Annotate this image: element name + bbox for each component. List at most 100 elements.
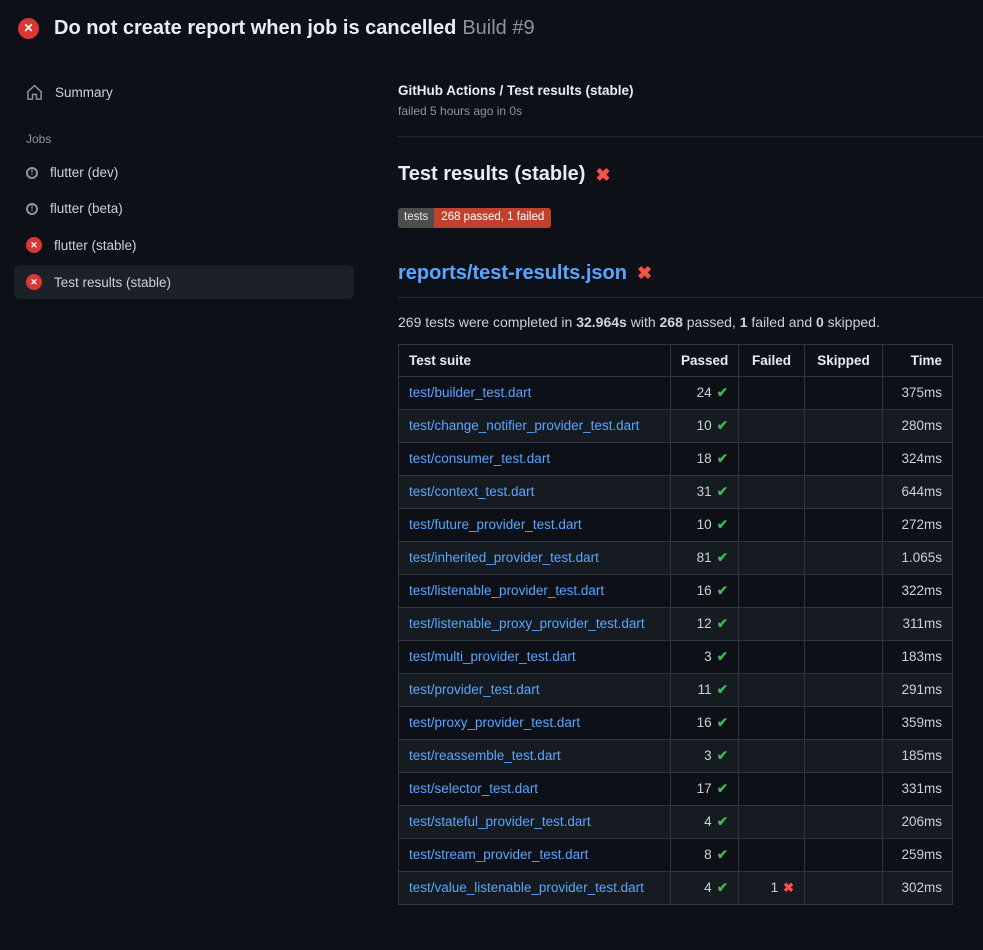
report-link[interactable]: reports/test-results.json bbox=[398, 262, 627, 285]
suite-link[interactable]: test/consumer_test.dart bbox=[409, 451, 550, 466]
check-icon: ✔ bbox=[717, 484, 728, 499]
check-icon: ✔ bbox=[717, 550, 728, 565]
suite-link[interactable]: test/multi_provider_test.dart bbox=[409, 649, 576, 664]
check-icon: ✔ bbox=[717, 616, 728, 631]
passed-count: 16 bbox=[697, 583, 712, 598]
page-layout: Summary Jobs !flutter (dev)!flutter (bet… bbox=[0, 53, 983, 905]
suite-link[interactable]: test/future_provider_test.dart bbox=[409, 517, 582, 532]
passed-cell: 11✔ bbox=[671, 673, 739, 706]
table-row: test/builder_test.dart24✔375ms bbox=[399, 376, 953, 409]
suite-link[interactable]: test/reassemble_test.dart bbox=[409, 748, 561, 763]
sidebar-job-flutter-dev[interactable]: !flutter (dev) bbox=[14, 156, 354, 189]
sidebar-item-summary[interactable]: Summary bbox=[14, 75, 354, 110]
time-cell: 206ms bbox=[883, 805, 953, 838]
summary-skipped-count: 0 bbox=[816, 314, 824, 330]
sidebar-job-test-results-stable[interactable]: ✕ Test results (stable) bbox=[14, 265, 354, 299]
failed-status-icon: ✕ bbox=[26, 237, 42, 253]
passed-cell: 16✔ bbox=[671, 574, 739, 607]
passed-cell: 12✔ bbox=[671, 607, 739, 640]
skipped-cell bbox=[805, 508, 883, 541]
sidebar-job-flutter-beta[interactable]: !flutter (beta) bbox=[14, 192, 354, 225]
suite-link[interactable]: test/listenable_proxy_provider_test.dart bbox=[409, 616, 645, 631]
suite-link[interactable]: test/context_test.dart bbox=[409, 484, 534, 499]
tests-badge: tests 268 passed, 1 failed bbox=[398, 208, 551, 228]
skipped-cell bbox=[805, 376, 883, 409]
table-row: test/stream_provider_test.dart 8✔ 259ms bbox=[399, 838, 953, 871]
section-heading-row: Test results (stable)✖ bbox=[398, 163, 983, 186]
home-icon bbox=[26, 84, 43, 101]
table-row: test/selector_test.dart17✔331ms bbox=[399, 772, 953, 805]
skipped-cell bbox=[805, 640, 883, 673]
suite-link[interactable]: test/provider_test.dart bbox=[409, 682, 540, 697]
time-cell: 183ms bbox=[883, 640, 953, 673]
suite-cell: test/reassemble_test.dart bbox=[399, 739, 671, 772]
time-cell: 272ms bbox=[883, 508, 953, 541]
passed-cell: 31 ✔ bbox=[671, 475, 739, 508]
skipped-cell bbox=[805, 541, 883, 574]
col-header-test-suite: Test suite bbox=[399, 344, 671, 376]
build-title-row: Do not create report when job is cancell… bbox=[54, 16, 535, 40]
suite-link[interactable]: test/value_listenable_provider_test.dart bbox=[409, 880, 644, 895]
suite-link[interactable]: test/inherited_provider_test.dart bbox=[409, 550, 599, 565]
job-label: Test results (stable) bbox=[54, 275, 171, 290]
sidebar: Summary Jobs !flutter (dev)!flutter (bet… bbox=[0, 53, 370, 302]
summary-text-part: 269 tests were completed in bbox=[398, 314, 576, 330]
run-header: GitHub Actions / Test results (stable) f… bbox=[398, 83, 983, 137]
suite-link[interactable]: test/stateful_provider_test.dart bbox=[409, 814, 591, 829]
failed-cell bbox=[739, 805, 805, 838]
suite-cell: test/context_test.dart bbox=[399, 475, 671, 508]
time-cell: 322ms bbox=[883, 574, 953, 607]
skipped-cell bbox=[805, 805, 883, 838]
failed-cross-icon: ✖ bbox=[637, 264, 652, 282]
suite-cell: test/stateful_provider_test.dart bbox=[399, 805, 671, 838]
failed-cell bbox=[739, 739, 805, 772]
passed-cell: 81 ✔ bbox=[671, 541, 739, 574]
passed-count: 10 bbox=[697, 418, 712, 433]
summary-text-part: with bbox=[627, 314, 660, 330]
badge-value: 268 passed, 1 failed bbox=[434, 208, 551, 228]
passed-cell: 3✔ bbox=[671, 739, 739, 772]
table-row: test/provider_test.dart 11✔ 291ms bbox=[399, 673, 953, 706]
neutral-status-icon: ! bbox=[26, 203, 38, 215]
failed-cell bbox=[739, 376, 805, 409]
check-icon: ✔ bbox=[717, 715, 728, 730]
sidebar-job-flutter-stable[interactable]: ✕flutter (stable) bbox=[14, 228, 354, 262]
check-icon: ✔ bbox=[717, 517, 728, 532]
time-cell: 185ms bbox=[883, 739, 953, 772]
check-icon: ✔ bbox=[717, 385, 728, 400]
table-row: test/context_test.dart31✔644ms bbox=[399, 475, 953, 508]
passed-count: 3 bbox=[704, 748, 712, 763]
failed-cell: 1✖ bbox=[739, 871, 805, 904]
summary-text-part: skipped. bbox=[824, 314, 880, 330]
time-cell: 259ms bbox=[883, 838, 953, 871]
suite-link[interactable]: test/builder_test.dart bbox=[409, 385, 531, 400]
time-cell: 324ms bbox=[883, 442, 953, 475]
table-row: test/value_listenable_provider_test.dart… bbox=[399, 871, 953, 904]
suite-cell: test/inherited_provider_test.dart bbox=[399, 541, 671, 574]
time-cell: 291ms bbox=[883, 673, 953, 706]
check-icon: ✔ bbox=[717, 781, 728, 796]
table-row: test/change_notifier_provider_test.dart 1… bbox=[399, 409, 953, 442]
suite-link[interactable]: test/stream_provider_test.dart bbox=[409, 847, 588, 862]
summary-label: Summary bbox=[55, 85, 113, 100]
failed-cell bbox=[739, 673, 805, 706]
skipped-cell bbox=[805, 772, 883, 805]
report-heading-row: reports/test-results.json ✖ bbox=[398, 262, 983, 298]
suite-link[interactable]: test/proxy_provider_test.dart bbox=[409, 715, 580, 730]
suite-link[interactable]: test/selector_test.dart bbox=[409, 781, 538, 796]
passed-count: 31 bbox=[697, 484, 712, 499]
col-header-passed: Passed bbox=[671, 344, 739, 376]
passed-cell: 10✔ bbox=[671, 409, 739, 442]
failed-status-icon: ✕ bbox=[26, 274, 42, 290]
table-row: test/reassemble_test.dart 3✔ 185ms bbox=[399, 739, 953, 772]
passed-cell: 8✔ bbox=[671, 838, 739, 871]
suite-link[interactable]: test/listenable_provider_test.dart bbox=[409, 583, 604, 598]
skipped-cell bbox=[805, 673, 883, 706]
passed-cell: 3✔ bbox=[671, 640, 739, 673]
col-header-skipped: Skipped bbox=[805, 344, 883, 376]
suite-link[interactable]: test/change_notifier_provider_test.dart bbox=[409, 418, 639, 433]
passed-count: 3 bbox=[704, 649, 712, 664]
results-table: Test suite Passed Failed Skipped Time te… bbox=[398, 344, 953, 905]
passed-count: 81 bbox=[697, 550, 712, 565]
build-failed-status-icon: ✕ bbox=[18, 18, 39, 39]
